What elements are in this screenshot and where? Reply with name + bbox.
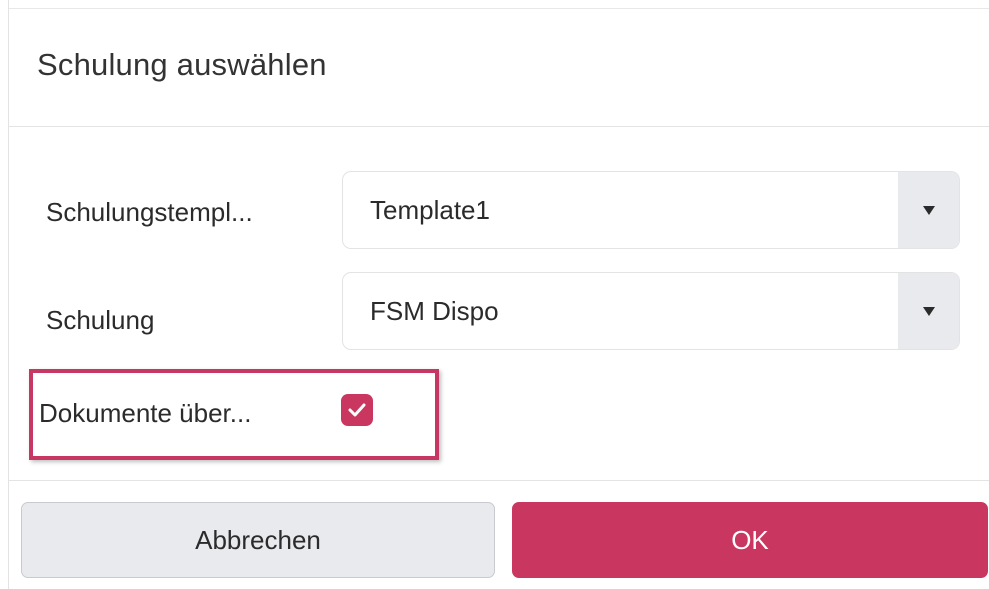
footer-divider (9, 480, 989, 481)
dialog-header: Schulung auswählen (9, 0, 989, 127)
schulung-dropdown-button[interactable] (898, 273, 959, 349)
dialog-title: Schulung auswählen (37, 47, 327, 82)
schulung-label: Schulung (46, 305, 155, 335)
select-training-dialog: Schulung auswählen Schulungstempl... Tem… (8, 0, 989, 589)
template-select[interactable]: Template1 (342, 171, 960, 249)
template-select-value: Template1 (370, 194, 490, 225)
template-dropdown-button[interactable] (898, 172, 959, 248)
caret-down-icon (922, 306, 935, 316)
highlight-annotation (29, 369, 439, 460)
schulung-select[interactable]: FSM Dispo (342, 272, 960, 350)
template-label: Schulungstempl... (46, 197, 253, 227)
caret-down-icon (922, 205, 935, 215)
schulung-select-value: FSM Dispo (370, 295, 499, 326)
ok-button[interactable]: OK (512, 502, 988, 578)
cancel-button[interactable]: Abbrechen (21, 502, 495, 578)
